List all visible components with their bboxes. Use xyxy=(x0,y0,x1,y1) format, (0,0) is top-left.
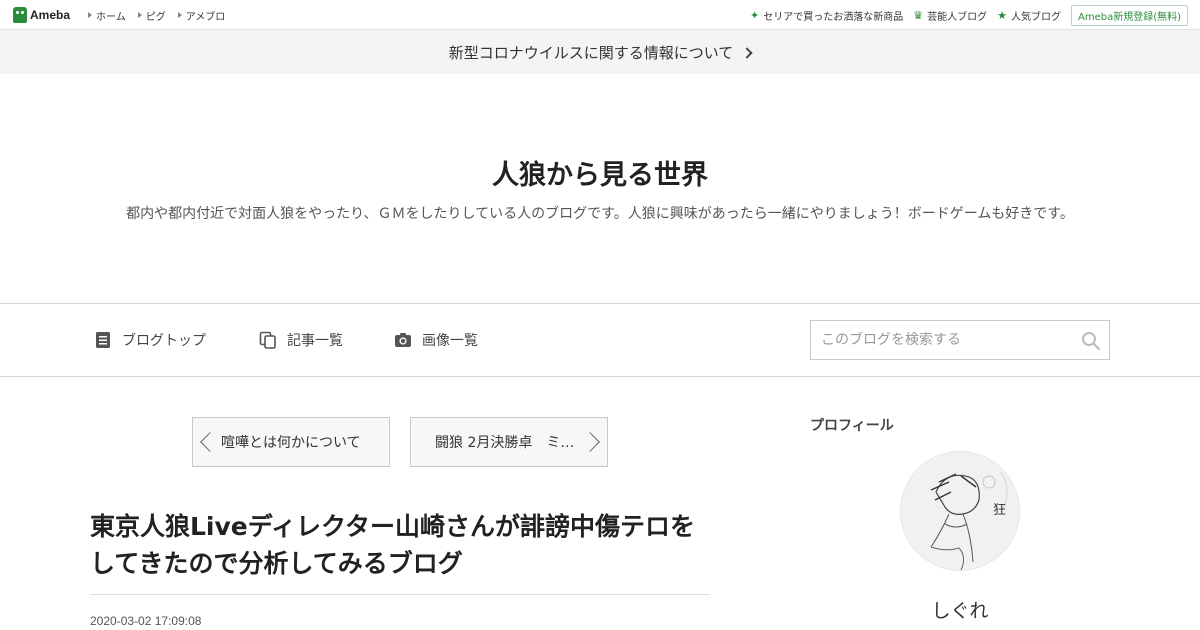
global-nav: ホーム ピグ アメブロ xyxy=(88,0,225,30)
sparkle-icon: ✦ xyxy=(750,8,760,22)
global-nav-label: ピグ xyxy=(145,11,166,23)
global-nav-label: ホーム xyxy=(96,11,126,23)
header-link-seria[interactable]: ✦ セリアで買ったお洒落な新商品 xyxy=(750,8,903,23)
global-nav-pigg[interactable]: ピグ xyxy=(137,8,166,23)
global-nav-label: アメブロ xyxy=(185,11,226,23)
article-date: 2020-03-02 17:09:08 xyxy=(90,614,202,628)
crown-icon: ♛ xyxy=(913,8,924,22)
nav-label: ブログトップ xyxy=(122,333,206,349)
chevron-right-icon xyxy=(580,432,600,452)
avatar[interactable]: 狂 xyxy=(900,451,1020,571)
search-input[interactable] xyxy=(811,321,1061,359)
copy-icon xyxy=(259,331,276,349)
header-link-label: セリアで買ったお洒落な新商品 xyxy=(763,11,904,23)
covid-notice-link[interactable]: 新型コロナウイルスに関する情報について xyxy=(0,30,1200,74)
profile-heading: プロフィール xyxy=(810,418,894,434)
next-article-label: 闘狼 2月決勝卓 ミ… xyxy=(435,435,575,451)
next-article-button[interactable]: 闘狼 2月決勝卓 ミ… xyxy=(410,417,608,467)
prev-article-label: 喧嘩とは何かについて xyxy=(221,435,361,451)
blog-nav: ブログトップ 記事一覧 画像一覧 xyxy=(0,303,1200,377)
prev-article-button[interactable]: 喧嘩とは何かについて xyxy=(192,417,390,467)
search-icon[interactable] xyxy=(1081,331,1101,351)
avatar-illustration: 狂 xyxy=(901,452,1019,570)
nav-image-list[interactable]: 画像一覧 xyxy=(394,304,478,376)
profile-name[interactable]: しぐれ xyxy=(810,596,1110,623)
blog-search xyxy=(810,320,1110,360)
divider xyxy=(90,594,710,595)
nav-blog-top[interactable]: ブログトップ xyxy=(94,304,206,376)
star-icon: ★ xyxy=(997,8,1007,22)
logo-text: Ameba xyxy=(30,8,71,22)
global-header: Ameba ホーム ピグ アメブロ ✦ セリアで買ったお洒落な新商品 ♛ 芸能人ブロ… xyxy=(0,0,1200,30)
header-link-label: 人気ブログ xyxy=(1010,11,1061,23)
nav-label: 画像一覧 xyxy=(422,333,478,349)
chevron-right-icon xyxy=(741,46,753,59)
header-link-popular-blog[interactable]: ★ 人気ブログ xyxy=(997,8,1061,23)
register-button[interactable]: Ameba新規登録(無料) xyxy=(1070,4,1188,26)
blog-description: 都内や都内付近で対面人狼をやったり、ＧＭをしたりしている人のブログです。人狼に興… xyxy=(126,206,1074,222)
blog-title[interactable]: 人狼から見る世界 xyxy=(0,153,1200,192)
avatar-mark: 狂 xyxy=(993,503,1006,518)
chevron-left-icon xyxy=(200,432,220,452)
header-link-label: 芸能人ブログ xyxy=(927,11,988,23)
ameba-logo[interactable]: Ameba xyxy=(13,6,70,24)
global-nav-home[interactable]: ホーム xyxy=(88,8,126,23)
header-links: ✦ セリアで買ったお洒落な新商品 ♛ 芸能人ブログ ★ 人気ブログ Ameba新規登録… xyxy=(750,0,1188,30)
article-title[interactable]: 東京人狼Liveディレクター山崎さんが誹謗中傷テロをしてきたので分析してみるブロ… xyxy=(90,508,710,582)
camera-icon xyxy=(395,333,411,347)
nav-label: 記事一覧 xyxy=(287,333,343,349)
nav-article-list[interactable]: 記事一覧 xyxy=(259,304,343,376)
header-link-celebrity-blog[interactable]: ♛ 芸能人ブログ xyxy=(913,8,987,23)
notice-text: 新型コロナウイルスに関する情報について xyxy=(448,43,734,62)
ameba-logo-icon xyxy=(13,7,27,23)
global-nav-ameblo[interactable]: アメブロ xyxy=(177,8,226,23)
triangle-right-icon xyxy=(137,12,142,18)
triangle-right-icon xyxy=(177,12,182,18)
triangle-right-icon xyxy=(88,12,92,18)
document-icon xyxy=(96,332,110,348)
